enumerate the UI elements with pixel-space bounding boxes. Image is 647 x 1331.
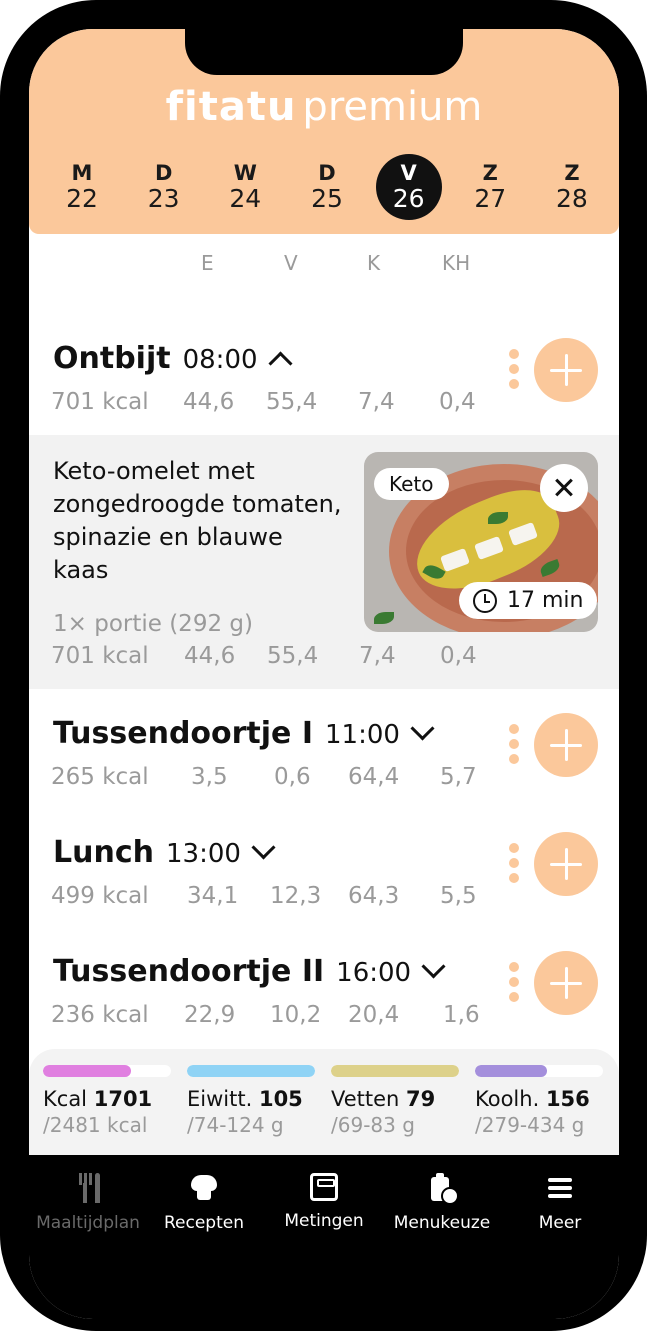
screen: fitatu premium M 22 D 23 W 24 D 25 V 26 Z 27 Z2… <box>29 29 619 1319</box>
day-5[interactable]: Z 27 <box>457 154 523 220</box>
summary-carbs: Koolh. 156 /279-434 g <box>475 1065 603 1137</box>
food-item-portion: 1× portie (292 g) <box>53 611 253 637</box>
menu-icon <box>545 1173 575 1203</box>
meal-title-tussendoortje-1[interactable]: Tussendoortje I 11:00 <box>53 716 435 751</box>
day-4-selected[interactable]: V 26 <box>375 154 442 220</box>
more-options-icon[interactable] <box>509 724 519 769</box>
progress-bar <box>43 1065 171 1077</box>
meal-title-lunch[interactable]: Lunch 13:00 <box>53 835 276 870</box>
header-e: E <box>201 251 214 275</box>
daily-summary[interactable]: Kcal 1701 /2481 kcal Eiwitt. 105 /74-124… <box>29 1049 619 1155</box>
phone-frame: fitatu premium M 22 D 23 W 24 D 25 V 26 Z 27 Z2… <box>0 0 647 1331</box>
day-2[interactable]: W 24 <box>212 154 278 220</box>
keto-tag: Keto <box>374 468 449 500</box>
meal-macros: 236 kcal 22,9 10,2 20,4 1,6 <box>51 1002 480 1028</box>
chevron-down-icon[interactable] <box>410 716 435 741</box>
meal-macros: 499 kcal 34,1 12,3 64,3 5,5 <box>51 883 477 909</box>
scale-icon <box>310 1173 338 1201</box>
add-food-button[interactable] <box>534 832 598 896</box>
clipboard-icon <box>427 1173 459 1205</box>
add-food-button[interactable] <box>534 338 598 402</box>
nav-menukeuze[interactable]: Menukeuze <box>383 1173 501 1233</box>
brand-logo: fitatu premium <box>165 84 483 130</box>
nav-maaltijdplan[interactable]: Maaltijdplan <box>29 1173 147 1233</box>
food-item-macros: 701 kcal 44,6 55,4 7,4 0,4 <box>51 643 477 669</box>
meal-title-ontbijt[interactable]: Ontbijt 08:00 <box>53 341 293 376</box>
more-options-icon[interactable] <box>509 962 519 1007</box>
more-options-icon[interactable] <box>509 843 519 888</box>
bottom-navigation: Maaltijdplan Recepten Metingen Menukeuze… <box>29 1155 619 1319</box>
nav-recepten[interactable]: Recepten <box>145 1173 263 1233</box>
food-item-card[interactable]: Keto-omelet met zongedroogde tomaten, sp… <box>29 435 619 689</box>
day-1[interactable]: D 23 <box>131 154 197 220</box>
notch <box>185 29 463 75</box>
close-icon[interactable] <box>540 464 588 512</box>
progress-bar <box>187 1065 315 1077</box>
fork-knife-icon <box>73 1173 103 1203</box>
add-food-button[interactable] <box>534 713 598 777</box>
header-v: V <box>284 251 298 275</box>
progress-bar <box>475 1065 603 1077</box>
meal-macros: 701 kcal 44,6 55,4 7,4 0,4 <box>51 389 476 415</box>
chef-hat-icon <box>189 1173 219 1203</box>
summary-kcal: Kcal 1701 /2481 kcal <box>43 1065 171 1137</box>
chevron-down-icon[interactable] <box>421 954 446 979</box>
summary-fat: Vetten 79 /69-83 g <box>331 1065 459 1137</box>
nav-metingen[interactable]: Metingen <box>265 1173 383 1231</box>
day-0[interactable]: M 22 <box>49 154 115 220</box>
header-kh: KH <box>442 251 471 275</box>
prep-time-badge: 17 min <box>459 582 598 619</box>
day-6[interactable]: Z 28 <box>539 154 605 220</box>
meal-macros: 265 kcal 3,5 0,6 64,4 5,7 <box>51 764 477 790</box>
header-k: K <box>367 251 381 275</box>
food-item-name: Keto-omelet met zongedroogde tomaten, sp… <box>53 457 342 584</box>
recipe-photo[interactable]: Keto 17 min <box>364 452 598 632</box>
clock-icon <box>473 589 497 613</box>
more-options-icon[interactable] <box>509 349 519 394</box>
meal-title-tussendoortje-2[interactable]: Tussendoortje II 16:00 <box>53 954 446 989</box>
macro-column-headers: E V K KH <box>29 251 619 281</box>
add-food-button[interactable] <box>534 951 598 1015</box>
chevron-down-icon[interactable] <box>251 835 276 860</box>
day-3[interactable]: D 25 <box>294 154 360 220</box>
chevron-up-icon[interactable] <box>268 351 293 376</box>
progress-bar <box>331 1065 459 1077</box>
summary-protein: Eiwitt. 105 /74-124 g <box>187 1065 315 1137</box>
week-day-selector: M 22 D 23 W 24 D 25 V 26 Z 27 Z 28 <box>49 154 605 220</box>
nav-meer[interactable]: Meer <box>501 1173 619 1233</box>
